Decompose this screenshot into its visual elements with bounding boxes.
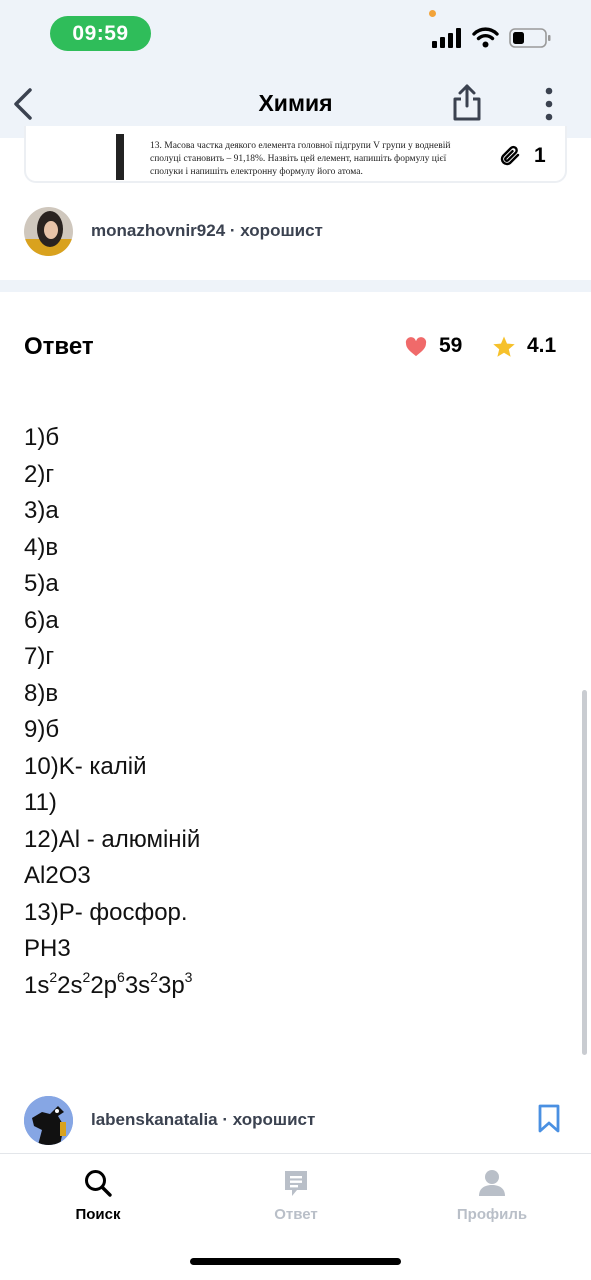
attachment-text: 13. Масова частка деякого елемента голов… xyxy=(150,141,451,177)
answer-line: 13)P- фосфор. xyxy=(24,898,188,926)
scrollbar-thumb[interactable] xyxy=(582,690,587,1055)
question-attachment-image[interactable]: 13. Масова частка деякого елемента голов… xyxy=(116,134,480,180)
search-icon xyxy=(85,1170,112,1197)
section-divider xyxy=(0,280,591,292)
rating-value: 4.1 xyxy=(527,334,557,357)
battery-icon xyxy=(509,28,551,48)
formula-superscript: 3 xyxy=(184,968,193,985)
answer-text: 1)б 2)г 3)а 4)в 5)а 6)а 7)г 8)в 9)б 10)K… xyxy=(24,420,544,1004)
tab-answer[interactable]: Ответ xyxy=(236,1168,356,1228)
cellular-signal-icon xyxy=(432,28,461,48)
answer-line: Al2O3 xyxy=(24,862,91,889)
formula-superscript: 6 xyxy=(117,968,125,985)
formula-part: 3s xyxy=(124,971,151,999)
bookmark-icon[interactable] xyxy=(537,1104,561,1134)
answer-line: 11) xyxy=(24,789,57,816)
answer-line: PH3 xyxy=(24,935,71,962)
asker-separator: · xyxy=(225,221,241,240)
formula-superscript: 2 xyxy=(49,968,58,985)
share-icon[interactable] xyxy=(450,82,484,122)
attachments-counter[interactable]: 1 xyxy=(498,144,558,168)
answer-line: 7)г xyxy=(24,643,55,670)
formula-part: 2p xyxy=(90,971,118,999)
star-icon xyxy=(493,336,515,357)
electron-formula: 1s22s22p63s23p3 xyxy=(24,968,544,1005)
question-card: 13. Масова частка деякого елемента голов… xyxy=(24,126,567,183)
attachment-count: 1 xyxy=(534,144,546,167)
formula-part: 2s xyxy=(57,971,83,999)
answer-heading: Ответ xyxy=(24,333,94,360)
heart-icon xyxy=(405,337,427,357)
answer-line: 8)в xyxy=(24,679,59,707)
avatar[interactable] xyxy=(24,207,73,256)
formula-superscript: 2 xyxy=(150,968,158,985)
answer-line: 9)б xyxy=(24,716,60,743)
asker-user-line[interactable]: monazhovnir924 · хорошист xyxy=(91,221,323,241)
answer-icon xyxy=(285,1171,307,1196)
status-bar: 09:59 xyxy=(0,0,591,70)
answerer-rank: хорошист xyxy=(232,1110,316,1129)
attachment-edge xyxy=(116,134,124,180)
more-options-icon[interactable] xyxy=(538,86,560,122)
answer-line: 1)б xyxy=(24,424,60,451)
formula-part: 1s xyxy=(24,971,50,999)
answerer-user-line[interactable]: labenskanatalia · хорошист xyxy=(91,1110,315,1130)
tab-label-profile: Профиль xyxy=(456,1206,528,1223)
mic-indicator-dot xyxy=(429,10,436,17)
answerer-username[interactable]: labenskanatalia xyxy=(91,1110,218,1129)
formula-part: 3p xyxy=(157,971,185,999)
answer-line: 2)г xyxy=(24,460,55,488)
answer-line: 10)K- калій xyxy=(24,752,147,780)
like-button[interactable]: 59 xyxy=(405,334,475,360)
likes-count: 59 xyxy=(439,334,463,357)
answerer-separator: · xyxy=(217,1110,233,1129)
answer-line: 4)в xyxy=(24,533,59,561)
formula-superscript: 2 xyxy=(82,968,91,985)
answer-line: 12)Al - алюміній xyxy=(24,825,201,853)
avatar[interactable] xyxy=(24,1096,73,1145)
asker-rank: хорошист xyxy=(240,221,323,240)
status-time: 09:59 xyxy=(50,16,151,51)
home-indicator[interactable] xyxy=(190,1258,401,1265)
answer-line: 6)а xyxy=(24,606,59,634)
asker-username[interactable]: monazhovnir924 xyxy=(91,221,225,240)
tab-label-search: Поиск xyxy=(75,1206,121,1223)
paperclip-icon xyxy=(500,145,520,166)
asker-row: monazhovnir924 · хорошист xyxy=(24,207,564,257)
profile-icon xyxy=(479,1170,505,1196)
answer-line: 3)а xyxy=(24,497,59,524)
tab-label-answer: Ответ xyxy=(274,1206,318,1223)
answer-line: 5)а xyxy=(24,570,59,597)
rating-button[interactable]: 4.1 xyxy=(492,334,562,360)
answerer-row: labenskanatalia · хорошист xyxy=(24,1096,564,1145)
tab-search[interactable]: Поиск xyxy=(38,1168,158,1228)
page-title: Химия xyxy=(258,90,333,116)
wifi-icon xyxy=(472,27,499,48)
tab-profile[interactable]: Профиль xyxy=(432,1168,552,1228)
